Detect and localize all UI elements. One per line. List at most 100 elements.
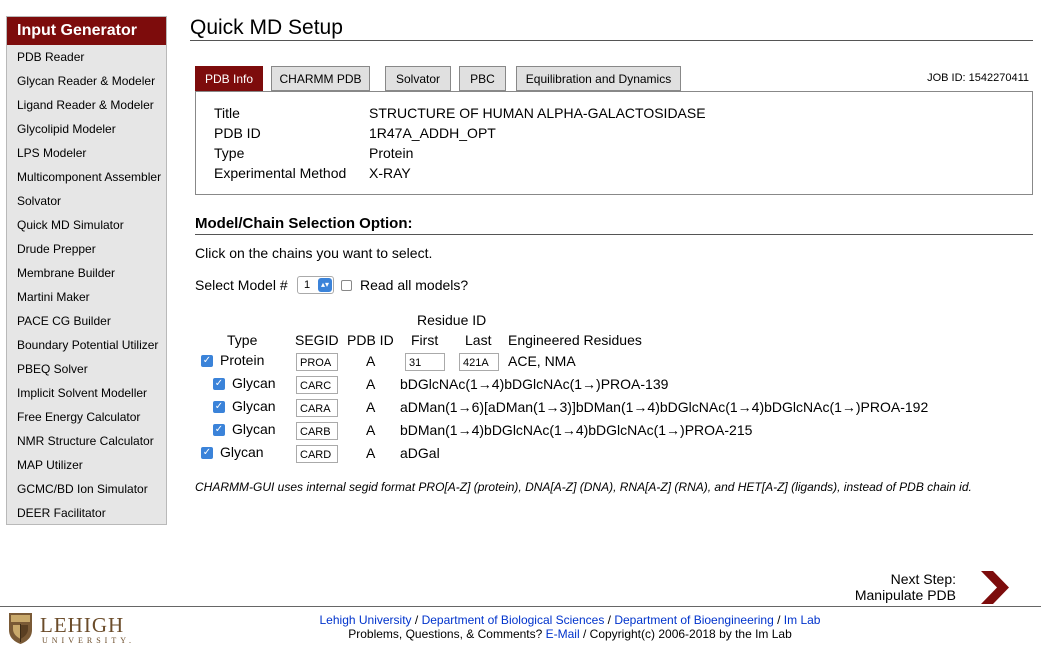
- col-header-pdb-id: PDB ID: [347, 332, 394, 348]
- sidebar-item-pbeq-solver[interactable]: PBEQ Solver: [7, 357, 166, 381]
- model-label: Select Model #: [195, 277, 288, 293]
- col-header-first: First: [411, 332, 439, 348]
- segid-input[interactable]: PROA: [296, 353, 338, 371]
- footer-separator: /: [604, 613, 615, 627]
- glycan-sequence: aDMan(1→6)[aDMan(1→3)]bDMan(1→4)bDGlcNAc…: [400, 399, 929, 415]
- chain-checkbox[interactable]: ✓: [201, 355, 213, 367]
- sidebar-title: Input Generator: [7, 17, 166, 45]
- chain-type: Protein: [220, 352, 265, 368]
- glycan-sequence: bDGlcNAc(1→4)bDGlcNAc(1→)PROA-139: [400, 376, 669, 392]
- link-im-lab[interactable]: Im Lab: [784, 613, 821, 627]
- shield-icon: [9, 613, 32, 644]
- col-header-segid: SEGID: [295, 332, 339, 348]
- footer-separator: /: [773, 613, 784, 627]
- next-step-label: Next Step:: [890, 571, 956, 587]
- info-value: STRUCTURE OF HUMAN ALPHA-GALACTOSIDASE: [369, 105, 706, 121]
- chain-pdb-id: A: [366, 445, 376, 461]
- chain-pdb-id: A: [366, 353, 376, 369]
- sidebar-item-glycan-reader[interactable]: Glycan Reader & Modeler: [7, 69, 166, 93]
- tab-charmm-pdb[interactable]: CHARMM PDB: [271, 66, 370, 91]
- sidebar-item-solvator[interactable]: Solvator: [7, 189, 166, 213]
- sidebar-item-ligand-reader[interactable]: Ligand Reader & Modeler: [7, 93, 166, 117]
- model-select[interactable]: 1 ▴▾: [297, 276, 334, 294]
- sidebar-item-multicomponent-assembler[interactable]: Multicomponent Assembler: [7, 165, 166, 189]
- engineered-residues: ACE, NMA: [508, 353, 576, 369]
- footer-copyright: / Copyright(c) 2006-2018 by the Im Lab: [579, 627, 792, 641]
- sidebar-item-implicit-solvent-modeller[interactable]: Implicit Solvent Modeller: [7, 381, 166, 405]
- footer-contact-text: Problems, Questions, & Comments?: [348, 627, 546, 641]
- footer-line-2: Problems, Questions, & Comments? E-Mail …: [300, 627, 840, 641]
- read-all-models-label: Read all models?: [360, 277, 469, 293]
- info-value: X-RAY: [369, 165, 411, 181]
- footer-links: Lehigh University / Department of Biolog…: [300, 613, 840, 641]
- glycan-sequence: aDGal: [400, 445, 440, 461]
- chain-type: Glycan: [220, 444, 264, 460]
- sidebar-item-boundary-potential-utilizer[interactable]: Boundary Potential Utilizer: [7, 333, 166, 357]
- chevron-updown-icon: ▴▾: [318, 278, 332, 292]
- info-value: Protein: [369, 145, 414, 161]
- sidebar-item-glycolipid-modeler[interactable]: Glycolipid Modeler: [7, 117, 166, 141]
- lehigh-logo: LEHIGH UNIVERSITY.: [8, 612, 148, 648]
- segid-input[interactable]: CARC: [296, 376, 338, 394]
- read-all-models-checkbox[interactable]: [341, 280, 352, 291]
- tab-solvator[interactable]: Solvator: [385, 66, 451, 91]
- footer-line-1: Lehigh University / Department of Biolog…: [300, 613, 840, 627]
- sidebar-item-pace-cg-builder[interactable]: PACE CG Builder: [7, 309, 166, 333]
- pdb-info-panel: Title STRUCTURE OF HUMAN ALPHA-GALACTOSI…: [195, 91, 1033, 195]
- chain-checkbox[interactable]: ✓: [213, 401, 225, 413]
- col-header-residue-id: Residue ID: [417, 312, 487, 328]
- next-step-button[interactable]: Next Step: Manipulate PDB: [855, 571, 1020, 605]
- info-key: PDB ID: [214, 125, 261, 141]
- first-residue-input[interactable]: 31: [405, 353, 445, 371]
- chain-type: Glycan: [232, 398, 276, 414]
- chain-pdb-id: A: [366, 399, 376, 415]
- sidebar-item-martini-maker[interactable]: Martini Maker: [7, 285, 166, 309]
- col-header-type: Type: [227, 332, 258, 348]
- sidebar-item-nmr-structure-calculator[interactable]: NMR Structure Calculator: [7, 429, 166, 453]
- segid-input[interactable]: CARA: [296, 399, 338, 417]
- sidebar-item-drude-prepper[interactable]: Drude Prepper: [7, 237, 166, 261]
- job-id: JOB ID: 1542270411: [927, 72, 1029, 84]
- link-lehigh-university[interactable]: Lehigh University: [320, 613, 412, 627]
- page-title: Quick MD Setup: [190, 16, 343, 39]
- info-key: Type: [214, 145, 245, 161]
- link-email[interactable]: E-Mail: [546, 627, 580, 641]
- model-select-value: 1: [304, 279, 311, 291]
- col-header-last: Last: [465, 332, 492, 348]
- segid-input[interactable]: CARB: [296, 422, 338, 440]
- logo-subtitle: UNIVERSITY.: [42, 636, 135, 645]
- selection-heading: Model/Chain Selection Option:: [195, 215, 413, 232]
- link-biological-sciences[interactable]: Department of Biological Sciences: [422, 613, 605, 627]
- col-header-engineered-residues: Engineered Residues: [508, 332, 642, 348]
- info-key: Experimental Method: [214, 165, 347, 181]
- sidebar-item-map-utilizer[interactable]: MAP Utilizer: [7, 453, 166, 477]
- link-bioengineering[interactable]: Department of Bioengineering: [614, 613, 773, 627]
- chain-type: Glycan: [232, 421, 276, 437]
- segid-format-note: CHARMM-GUI uses internal segid format PR…: [195, 480, 972, 494]
- tab-pbc[interactable]: PBC: [459, 66, 506, 91]
- logo-name: LEHIGH: [40, 613, 125, 637]
- chain-checkbox[interactable]: ✓: [201, 447, 213, 459]
- sidebar-item-gcmc-bd-ion-simulator[interactable]: GCMC/BD Ion Simulator: [7, 477, 166, 501]
- chain-pdb-id: A: [366, 376, 376, 392]
- selection-instruction: Click on the chains you want to select.: [195, 245, 433, 261]
- sidebar-item-pdb-reader[interactable]: PDB Reader: [7, 45, 166, 69]
- info-key: Title: [214, 105, 240, 121]
- sidebar-item-lps-modeler[interactable]: LPS Modeler: [7, 141, 166, 165]
- sidebar-item-membrane-builder[interactable]: Membrane Builder: [7, 261, 166, 285]
- chain-pdb-id: A: [366, 422, 376, 438]
- sidebar-item-deer-facilitator[interactable]: DEER Facilitator: [7, 501, 166, 525]
- chevron-right-icon[interactable]: [980, 571, 1010, 604]
- footer-separator: /: [411, 613, 422, 627]
- selection-divider: [195, 234, 1033, 235]
- chain-checkbox[interactable]: ✓: [213, 424, 225, 436]
- chain-checkbox[interactable]: ✓: [213, 378, 225, 390]
- sidebar-item-free-energy-calculator[interactable]: Free Energy Calculator: [7, 405, 166, 429]
- footer-divider: [0, 606, 1041, 607]
- tab-equilibration-dynamics[interactable]: Equilibration and Dynamics: [516, 66, 681, 91]
- tab-pdb-info[interactable]: PDB Info: [195, 66, 263, 91]
- next-step-action: Manipulate PDB: [854, 587, 956, 603]
- last-residue-input[interactable]: 421A: [459, 353, 499, 371]
- sidebar-item-quick-md-simulator[interactable]: Quick MD Simulator: [7, 213, 166, 237]
- segid-input[interactable]: CARD: [296, 445, 338, 463]
